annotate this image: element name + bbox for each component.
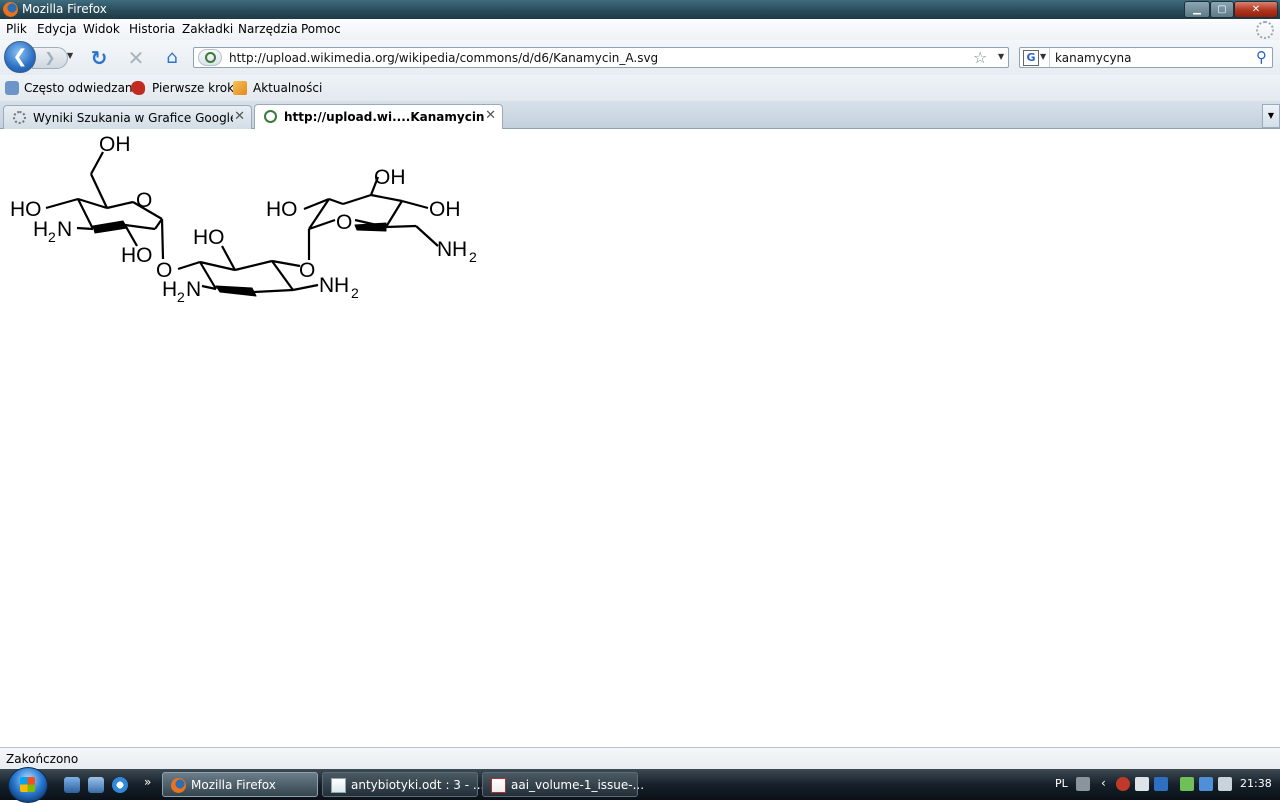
atom-label: N — [186, 278, 201, 301]
home-icon[interactable]: ⌂ — [161, 47, 183, 69]
search-icon[interactable]: ⚲ — [1256, 48, 1267, 66]
firefox-icon — [3, 2, 18, 17]
power-icon[interactable] — [1180, 777, 1194, 791]
tab-label: http://upload.wi....Kanamycin_A.svg — [284, 110, 484, 124]
rss-feed-icon — [233, 81, 247, 95]
atom-label: N — [437, 238, 452, 261]
taskbar: » Mozilla Firefox antybiotyki.odt : 3 - … — [0, 767, 1280, 803]
antivirus-icon[interactable] — [1116, 777, 1130, 791]
history-dropdown-icon[interactable]: ▼ — [67, 51, 73, 60]
smart-bookmark-icon — [5, 81, 19, 95]
volume-icon[interactable] — [1218, 777, 1232, 791]
language-indicator[interactable]: PL — [1055, 777, 1068, 790]
atom-label: 2 — [469, 249, 477, 265]
menu-pomoc[interactable]: Pomoc — [301, 22, 341, 36]
clock[interactable]: 21:38 — [1240, 777, 1272, 790]
close-tab-icon[interactable]: ✕ — [234, 109, 245, 124]
tab-google-images[interactable]: Wyniki Szukania w Grafice Google d... ✕ — [3, 105, 252, 129]
start-button[interactable] — [8, 767, 48, 803]
internet-explorer-icon[interactable] — [112, 777, 128, 793]
bookmarks-toolbar: Często odwiedzane Pierwsze kroki Aktualn… — [0, 75, 1280, 101]
pdf-icon — [491, 778, 506, 793]
app-tray-icon[interactable] — [1154, 777, 1168, 791]
page-content: OH HO H 2 N O HO O HO H 2 N O N H 2 HO O… — [0, 129, 1280, 747]
minimize-button[interactable]: ▁ — [1184, 1, 1210, 18]
back-button[interactable]: ❮ — [4, 41, 36, 73]
atom-label: 2 — [351, 285, 359, 301]
tab-bar: Wyniki Szukania w Grafice Google d... ✕ … — [0, 101, 1280, 129]
google-engine-icon[interactable]: G — [1023, 50, 1039, 66]
close-tab-icon[interactable]: ✕ — [485, 108, 496, 123]
show-hidden-icons-icon[interactable]: ‹ — [1101, 776, 1106, 790]
firefox-bookmark-icon — [131, 81, 145, 95]
atom-label: 2 — [177, 289, 185, 305]
wikimedia-favicon-icon — [205, 52, 216, 63]
close-button[interactable]: ✕ — [1234, 1, 1278, 18]
menu-narzedzia[interactable]: Narzędzia — [238, 22, 298, 36]
atom-label: OH — [99, 133, 131, 156]
atom-label: H — [334, 274, 349, 297]
atom-label: OH — [429, 198, 461, 221]
tab-label: Wyniki Szukania w Grafice Google d... — [33, 111, 233, 125]
menu-historia[interactable]: Historia — [129, 22, 175, 36]
atom-label: H — [33, 218, 48, 241]
search-bar[interactable]: G ▼ kanamycyna ⚲ — [1019, 47, 1273, 68]
loading-icon — [13, 111, 26, 124]
taskbar-item-pdf[interactable]: aai_volume-1_issue-... — [482, 772, 644, 797]
bookmark-star-icon[interactable]: ☆ — [973, 48, 987, 67]
document-icon — [331, 778, 346, 793]
atom-label: N — [319, 274, 334, 297]
atom-label: N — [57, 218, 72, 241]
network-icon[interactable] — [1199, 777, 1213, 791]
engine-dropdown-icon[interactable]: ▼ — [1040, 52, 1046, 61]
atom-label: O — [299, 259, 315, 282]
navigation-toolbar: ❯ ❮ ▼ ↻ ✕ ⌂ http://upload.wikimedia.org/… — [0, 40, 1280, 75]
stop-icon[interactable]: ✕ — [125, 47, 147, 69]
url-bar[interactable]: http://upload.wikimedia.org/wikipedia/co… — [193, 47, 1009, 68]
menu-zakladki[interactable]: Zakładki — [182, 22, 233, 36]
url-input[interactable]: http://upload.wikimedia.org/wikipedia/co… — [229, 51, 658, 65]
status-bar: Zakończono — [0, 747, 1280, 769]
window-title-bar[interactable]: Mozilla Firefox ▁ ▢ ✕ — [0, 0, 1280, 19]
all-tabs-button[interactable]: ▼ — [1262, 104, 1280, 128]
atom-label: O — [336, 211, 352, 234]
status-text: Zakończono — [6, 752, 79, 766]
throbber-icon — [1256, 21, 1274, 39]
taskbar-item-firefox[interactable]: Mozilla Firefox — [162, 772, 318, 797]
search-input[interactable]: kanamycyna — [1055, 51, 1132, 65]
atom-label: HO — [193, 226, 225, 249]
window-title: Mozilla Firefox — [22, 2, 107, 16]
url-dropdown-icon[interactable]: ▼ — [998, 52, 1004, 61]
atom-label: HO — [121, 244, 153, 267]
show-desktop-icon[interactable] — [64, 777, 80, 793]
menu-edycja[interactable]: Edycja — [37, 22, 77, 36]
menu-bar: Plik Edycja Widok Historia Zakładki Narz… — [0, 19, 1280, 40]
atom-label: H — [162, 278, 177, 301]
wikimedia-favicon-icon — [264, 110, 277, 123]
tab-kanamycin-svg[interactable]: http://upload.wi....Kanamycin_A.svg ✕ — [254, 104, 503, 129]
keyboard-icon[interactable] — [1076, 777, 1090, 791]
atom-label: H — [452, 238, 467, 261]
menu-plik[interactable]: Plik — [6, 22, 27, 36]
forward-button[interactable]: ❯ — [32, 47, 68, 69]
atom-label: O — [136, 189, 152, 212]
bookmark-czesto-odwiedzane[interactable]: Często odwiedzane — [24, 81, 140, 95]
kanamycin-structure-image: OH HO H 2 N O HO O HO H 2 N O N H 2 HO O… — [10, 133, 477, 305]
switch-windows-icon[interactable] — [88, 777, 104, 793]
atom-label: OH — [374, 166, 406, 189]
atom-label: 2 — [48, 229, 56, 245]
maximize-button[interactable]: ▢ — [1210, 1, 1234, 18]
firefox-icon — [171, 778, 186, 793]
menu-widok[interactable]: Widok — [83, 22, 120, 36]
reload-icon[interactable]: ↻ — [88, 47, 110, 69]
quicklaunch-more-icon[interactable]: » — [144, 775, 151, 789]
tool-icon[interactable] — [1135, 777, 1149, 791]
site-identity-button[interactable] — [198, 49, 222, 66]
atom-label: HO — [266, 198, 298, 221]
windows-logo-icon — [20, 777, 35, 792]
taskbar-item-odt[interactable]: antybiotyki.odt : 3 - ... — [322, 772, 484, 797]
bookmark-aktualnosci[interactable]: Aktualności — [253, 81, 322, 95]
bookmark-pierwsze-kroki[interactable]: Pierwsze kroki — [152, 81, 237, 95]
